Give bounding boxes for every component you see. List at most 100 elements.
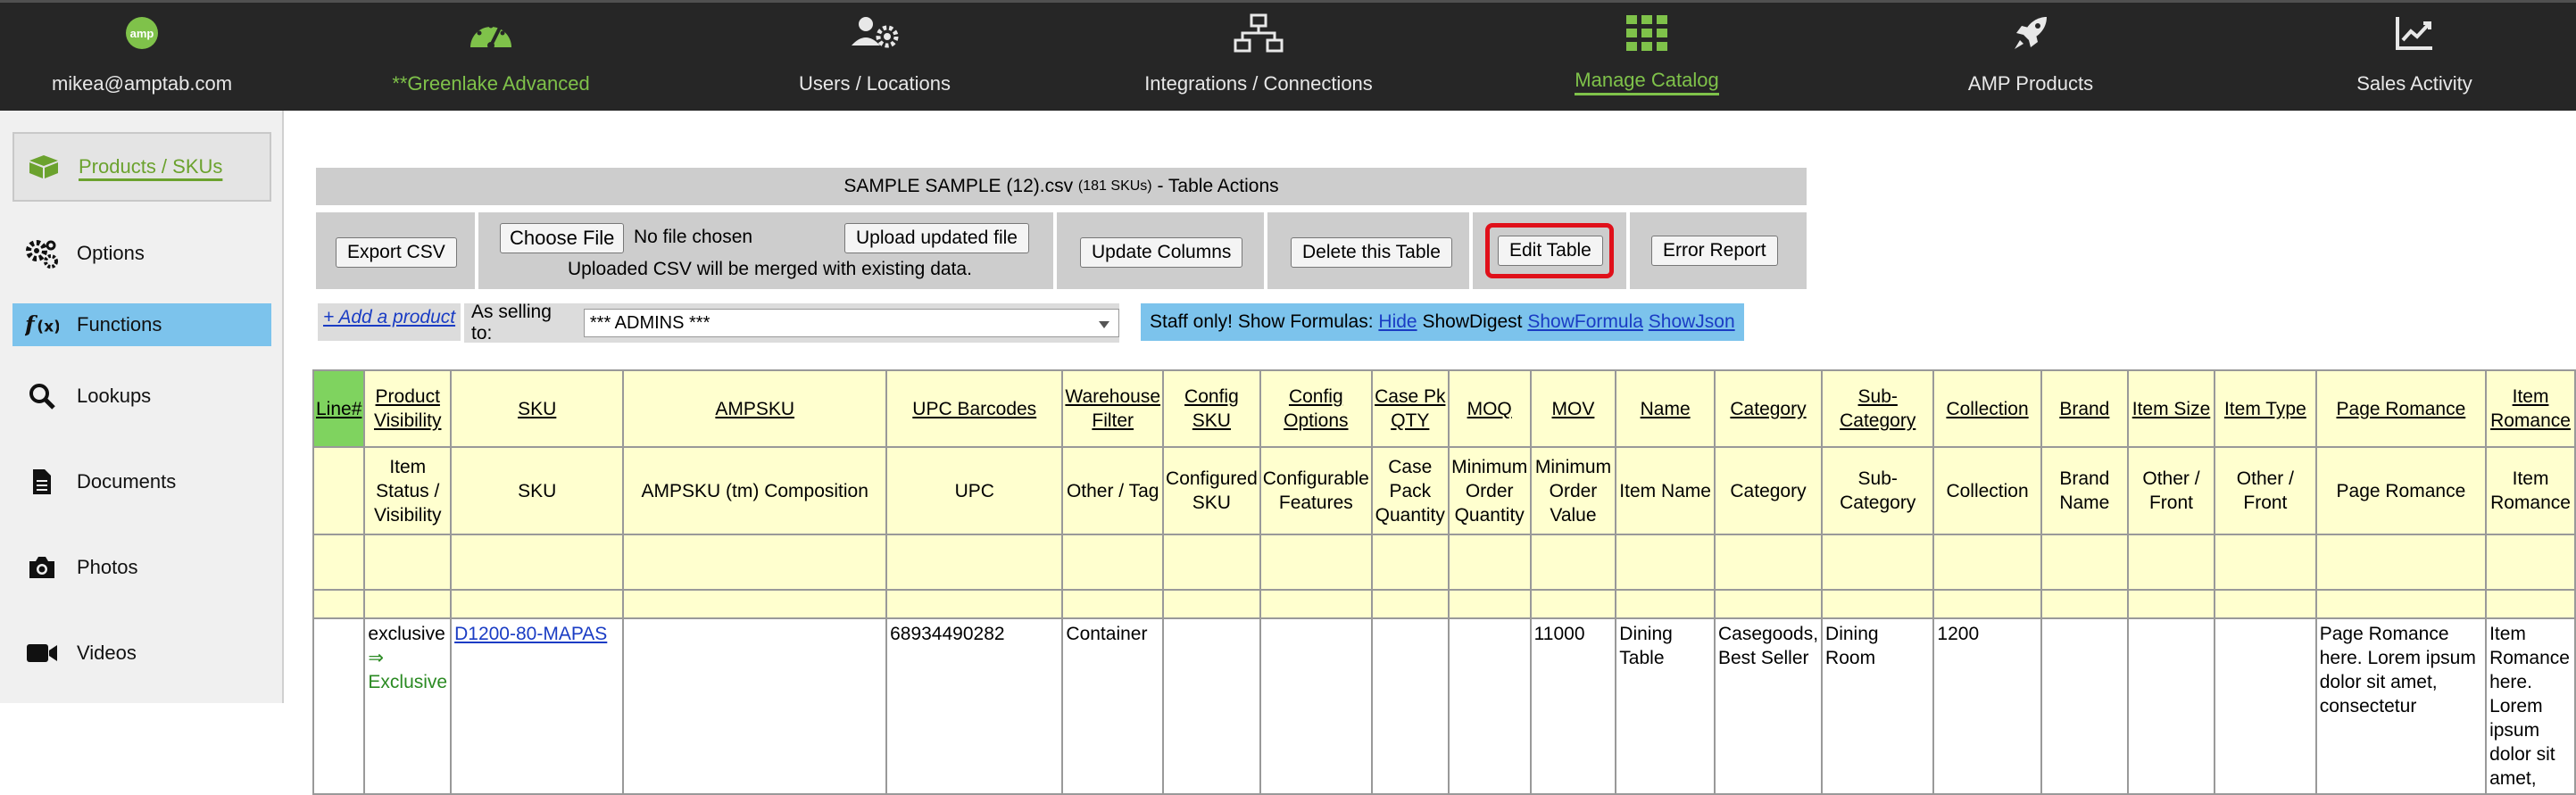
update-columns-cell: Update Columns [1057, 212, 1264, 289]
column-header-label: Warehouse Filter [1065, 386, 1161, 431]
column-header-label: Item Romance [2490, 386, 2571, 431]
column-header-label: Item Size [2131, 398, 2211, 419]
column-header-label: MOQ [1467, 398, 1512, 419]
column-header[interactable]: Sub-Category [1821, 369, 1935, 448]
gears-icon [25, 236, 59, 270]
nav-greenlake[interactable]: **Greenlake Advanced [321, 3, 661, 113]
sku-link[interactable]: D1200-80-MAPAS [454, 624, 607, 644]
blank-cell [1529, 534, 1617, 591]
visibility-value: exclusive [368, 624, 445, 644]
main-content: SAMPLE SAMPLE (12).csv (181 SKUs) - Tabl… [284, 111, 2576, 795]
column-header[interactable]: UPC Barcodes [885, 369, 1064, 448]
upload-file-button[interactable]: Upload updated file [844, 223, 1029, 253]
column-header[interactable]: MOQ [1447, 369, 1532, 448]
table-row[interactable]: exclusive ⇒ Exclusive D1200-80-MAPAS 689… [312, 617, 2576, 795]
column-header-label: Category [1730, 398, 1807, 419]
nav-label: Users / Locations [799, 72, 951, 95]
sidebar-item-videos[interactable]: Videos [12, 626, 271, 680]
sidebar-item-documents[interactable]: Documents [12, 455, 271, 509]
column-header[interactable]: Config SKU [1162, 369, 1261, 448]
cell-warehouse: Container [1061, 617, 1165, 795]
highlight-box [1485, 223, 1614, 278]
column-header-label: Name [1640, 398, 1691, 419]
column-header-label: Page Romance [2336, 398, 2466, 419]
nav-users-locations[interactable]: Users / Locations [714, 3, 1035, 113]
cell-visibility: exclusive ⇒ Exclusive [363, 617, 453, 795]
column-subheader: UPC [885, 446, 1064, 535]
sidebar-item-options[interactable]: Options [12, 227, 271, 280]
nav-manage-catalog[interactable]: Manage Catalog [1517, 3, 1776, 113]
column-header[interactable]: Category [1713, 369, 1824, 448]
blank-row [312, 534, 2576, 591]
column-header[interactable]: Config Options [1259, 369, 1373, 448]
blank-cell [2040, 534, 2129, 591]
column-subheader [312, 446, 366, 535]
column-header[interactable]: Collection [1932, 369, 2042, 448]
nav-integrations[interactable]: Integrations / Connections [1107, 3, 1410, 113]
sidebar-item-photos[interactable]: Photos [12, 541, 271, 594]
cell-ampsku [622, 617, 888, 795]
blank-cell [1259, 589, 1373, 619]
column-header[interactable]: Item Romance [2485, 369, 2576, 448]
nav-user[interactable]: amp mikea@amptab.com [0, 3, 284, 113]
column-header-label: Config SKU [1184, 386, 1239, 431]
hide-link[interactable]: Hide [1378, 311, 1417, 333]
amp-logo-icon: amp [124, 13, 160, 53]
column-header[interactable]: Product Visibility [363, 369, 453, 448]
nav-sales-activity[interactable]: Sales Activity [2285, 3, 2544, 113]
column-header[interactable]: Page Romance [2314, 369, 2488, 448]
column-subheader: Case Pack Quantity [1370, 446, 1450, 535]
column-header[interactable]: Case Pk QTY [1370, 369, 1450, 448]
column-subheader: Category [1713, 446, 1824, 535]
show-formula-link[interactable]: ShowFormula [1527, 311, 1643, 333]
column-header[interactable]: Name [1615, 369, 1716, 448]
upload-cell: Choose File No file chosen Upload update… [478, 212, 1053, 289]
column-header[interactable]: SKU [450, 369, 625, 448]
add-product-link[interactable]: + Add a product [318, 303, 461, 341]
selling-to-select[interactable]: *** ADMINS *** [583, 309, 1119, 337]
sidebar-item-lookups[interactable]: Lookups [12, 369, 271, 423]
column-header[interactable]: Item Type [2214, 369, 2317, 448]
column-header[interactable]: AMPSKU [622, 369, 888, 448]
sidebar-item-label: Lookups [77, 385, 152, 407]
update-columns-button[interactable]: Update Columns [1080, 237, 1243, 268]
sidebar-item-functions[interactable]: f (x) Functions [12, 303, 271, 346]
search-icon [25, 379, 59, 413]
cell-page-romance: Page Romance here. Lorem ipsum dolor sit… [2314, 617, 2488, 795]
blank-cell [363, 589, 453, 619]
blank-row [312, 589, 2576, 619]
cell-config-sku [1162, 617, 1261, 795]
column-header[interactable]: Item Size [2126, 369, 2216, 448]
no-file-label: No file chosen [634, 227, 753, 247]
column-header[interactable]: MOV [1529, 369, 1617, 448]
column-header[interactable]: Line# [312, 369, 366, 448]
blank-cell [312, 589, 366, 619]
nav-label: Sales Activity [2356, 72, 2472, 95]
export-csv-button[interactable]: Export CSV [336, 237, 457, 268]
error-report-button[interactable]: Error Report [1651, 236, 1778, 266]
blank-cell [1162, 589, 1261, 619]
nav-amp-products[interactable]: AMP Products [1892, 3, 2169, 113]
edit-table-cell: Edit Table [1473, 212, 1626, 289]
column-header[interactable]: Warehouse Filter [1061, 369, 1165, 448]
column-subheader: Configured SKU [1162, 446, 1261, 535]
choose-file-button[interactable]: Choose File [500, 223, 625, 253]
cell-upc: 68934490282 [885, 617, 1064, 795]
selling-to-value: *** ADMINS *** [589, 313, 710, 333]
column-header-label: SKU [518, 398, 557, 419]
delete-table-button[interactable]: Delete this Table [1291, 237, 1452, 268]
cell-case-pk [1370, 617, 1450, 795]
sidebar-item-products-skus[interactable]: Products / SKUs [12, 132, 271, 202]
show-json-link[interactable]: ShowJson [1649, 311, 1735, 333]
blank-cell [2214, 534, 2317, 591]
column-header-label: Product Visibility [374, 386, 442, 431]
grid-icon [1626, 13, 1667, 53]
nav-label: Integrations / Connections [1144, 72, 1373, 95]
column-header[interactable]: Brand [2040, 369, 2129, 448]
staff-formulas-bar: Staff only! Show Formulas: Hide ShowDige… [1141, 303, 1744, 341]
network-icon [1234, 13, 1284, 53]
blank-cell [2126, 589, 2216, 619]
merge-note: Uploaded CSV will be merged with existin… [568, 259, 972, 279]
blank-cell [1821, 589, 1935, 619]
column-subheader: Collection [1932, 446, 2042, 535]
